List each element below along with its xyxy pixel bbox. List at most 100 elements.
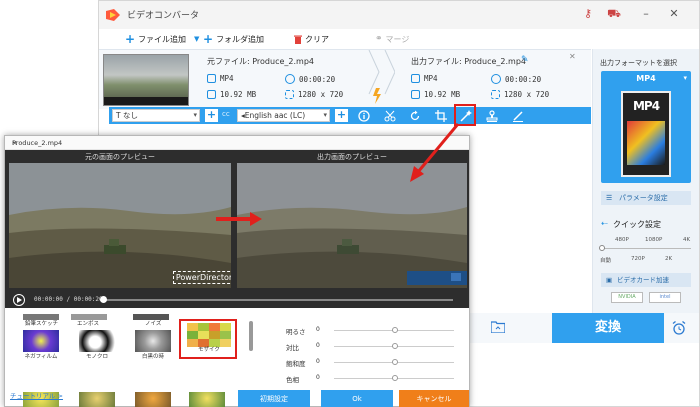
playback-time: 00:00:00 / 00:00:20 bbox=[34, 296, 103, 303]
remove-file-icon[interactable]: ✕ bbox=[569, 52, 576, 61]
parameter-settings-button[interactable]: ☰ パラメータ設定 bbox=[601, 191, 691, 205]
filter-thumb-9[interactable] bbox=[79, 392, 115, 407]
gpu-acceleration-button[interactable]: ▣ ビデオカード加速 bbox=[601, 273, 691, 287]
add-file-dropdown[interactable]: ▼ bbox=[194, 32, 199, 46]
saturation-knob[interactable] bbox=[392, 359, 398, 365]
audio-value: English aac (LC) bbox=[244, 111, 306, 120]
key-icon[interactable]: ⚷ bbox=[581, 7, 595, 21]
arrow-icon: ⇠ bbox=[601, 219, 608, 228]
saturation-value: 0 bbox=[316, 358, 320, 365]
add-folder-button[interactable]: + フォルダ追加 bbox=[203, 32, 264, 46]
scissors-icon[interactable] bbox=[384, 110, 396, 122]
watermark-stamp-icon[interactable] bbox=[486, 110, 498, 122]
source-preview-frame: PowerDirector bbox=[9, 163, 231, 288]
filter-bw-thumb bbox=[135, 330, 171, 352]
filter-emboss-label: エンボス bbox=[77, 321, 100, 327]
audio-select[interactable]: ◂English aac (LC) ▾ bbox=[237, 109, 330, 122]
options-bar: T なし ▾ + cc ◂English aac (LC) ▾ + bbox=[109, 107, 591, 124]
info-icon[interactable] bbox=[358, 110, 370, 122]
subtitle-select[interactable]: T なし ▾ bbox=[112, 109, 200, 122]
filter-noise-label: ノイズ bbox=[145, 321, 162, 327]
filter-noise-thumb[interactable] bbox=[133, 314, 169, 320]
quality-slider[interactable] bbox=[601, 248, 691, 249]
play-icon[interactable] bbox=[13, 294, 25, 306]
quality-label-480p: 480P bbox=[615, 237, 629, 243]
saturation-row: 飽和度 0 bbox=[286, 357, 456, 369]
src-resolution: 1280 x 720 bbox=[285, 90, 343, 99]
filter-bw[interactable]: 白黒の時 bbox=[133, 330, 173, 360]
text-icon: T bbox=[116, 111, 123, 120]
merge-icon: ⚭ bbox=[375, 34, 383, 44]
src-duration: 00:00:20 bbox=[285, 74, 335, 84]
progress-knob[interactable] bbox=[100, 296, 107, 303]
quality-slider-knob[interactable] bbox=[599, 245, 605, 251]
edit-pencil-icon[interactable]: ✎ bbox=[521, 55, 529, 65]
hue-knob[interactable] bbox=[392, 375, 398, 381]
close-icon[interactable]: × bbox=[12, 139, 462, 147]
quality-label-auto: 自動 bbox=[600, 258, 612, 264]
gpu-acceleration-label: ビデオカード加速 bbox=[617, 276, 669, 284]
contrast-row: 対比 0 bbox=[286, 341, 456, 353]
cart-icon[interactable]: ⛟ bbox=[607, 7, 621, 21]
convert-button[interactable]: 変換 bbox=[552, 313, 664, 343]
mosaic-highlight-box bbox=[179, 319, 237, 359]
clear-button[interactable]: クリア bbox=[294, 32, 329, 46]
mp4-file-icon: MP4 bbox=[621, 91, 671, 177]
contrast-knob[interactable] bbox=[392, 343, 398, 349]
quality-label-4k: 4K bbox=[683, 237, 691, 243]
video-thumbnail[interactable] bbox=[103, 54, 189, 106]
alarm-clock-icon[interactable] bbox=[672, 321, 686, 335]
dialog-title-bar: Produce_2.mp4 × bbox=[5, 136, 469, 150]
file-row[interactable]: 元ファイル: Produce_2.mp4 MP4 00:00:20 10.92 … bbox=[99, 49, 591, 109]
filter-thumb-11[interactable] bbox=[189, 392, 225, 407]
reset-button[interactable]: 初期設定 bbox=[238, 390, 310, 407]
filter-pencil-thumb[interactable] bbox=[23, 314, 59, 320]
toolbar: + ファイル追加 ▼ + フォルダ追加 クリア ⚭ マージ bbox=[99, 29, 699, 49]
progress-track[interactable] bbox=[103, 299, 453, 301]
preview-area: 元の画面のプレビュー 出力画面のプレビュー PowerDirector 00:0… bbox=[5, 150, 469, 308]
add-file-button[interactable]: + ファイル追加 bbox=[125, 32, 186, 46]
crop-icon[interactable] bbox=[435, 110, 447, 122]
filter-thumb-10[interactable] bbox=[135, 392, 171, 407]
tutorial-link[interactable]: チュートリアル > bbox=[10, 390, 63, 400]
effects-highlight-box bbox=[454, 104, 476, 126]
filter-mono[interactable]: モノクロ bbox=[77, 330, 117, 360]
convert-arrow bbox=[367, 50, 395, 110]
brightness-value: 0 bbox=[316, 326, 320, 333]
quality-label-2k: 2K bbox=[665, 256, 673, 262]
out-duration: 00:00:20 bbox=[491, 74, 541, 84]
watermark-overlay[interactable]: PowerDirector bbox=[173, 271, 231, 284]
merge-button[interactable]: ⚭ マージ bbox=[375, 32, 409, 46]
minimize-button[interactable]: – bbox=[639, 7, 653, 21]
gpu-chip-icon: ▣ bbox=[606, 276, 613, 284]
add-audio-button[interactable]: + bbox=[335, 109, 348, 122]
chevron-down-icon: ▾ bbox=[323, 111, 327, 119]
chevron-down-icon: ▾ bbox=[193, 111, 197, 119]
source-preview-label: 元の画面のプレビュー bbox=[85, 153, 155, 161]
filter-bw-label: 白黒の時 bbox=[141, 354, 164, 360]
filter-emboss-thumb[interactable] bbox=[71, 314, 107, 320]
output-video-frame bbox=[237, 163, 467, 288]
format-selector[interactable]: MP4 ▾ MP4 bbox=[601, 71, 691, 183]
quality-label-1080p: 1080P bbox=[645, 237, 663, 243]
brightness-knob[interactable] bbox=[392, 327, 398, 333]
close-button[interactable]: ✕ bbox=[667, 7, 681, 21]
output-folder-icon[interactable] bbox=[491, 321, 505, 333]
plus-icon: + bbox=[203, 32, 214, 46]
contrast-value: 0 bbox=[316, 342, 320, 349]
saturation-label: 飽和度 bbox=[286, 360, 306, 368]
add-subtitle-button[interactable]: + bbox=[205, 109, 218, 122]
filter-negative[interactable]: ネガフィルム bbox=[21, 330, 61, 360]
brightness-row: 明るさ 0 bbox=[286, 325, 456, 337]
hue-label: 色相 bbox=[286, 376, 299, 384]
out-size: 10.92 MB bbox=[411, 90, 460, 99]
cancel-button[interactable]: キャンセル bbox=[399, 390, 469, 407]
subtitle-edit-icon[interactable] bbox=[512, 110, 524, 122]
selected-format: MP4 bbox=[636, 74, 656, 83]
plus-icon: + bbox=[125, 32, 136, 46]
ok-button[interactable]: Ok bbox=[321, 390, 393, 407]
clear-label: クリア bbox=[305, 34, 329, 44]
intel-badge: intel bbox=[649, 292, 681, 303]
rotate-icon[interactable] bbox=[409, 110, 421, 122]
filter-scrollbar[interactable] bbox=[249, 321, 253, 351]
